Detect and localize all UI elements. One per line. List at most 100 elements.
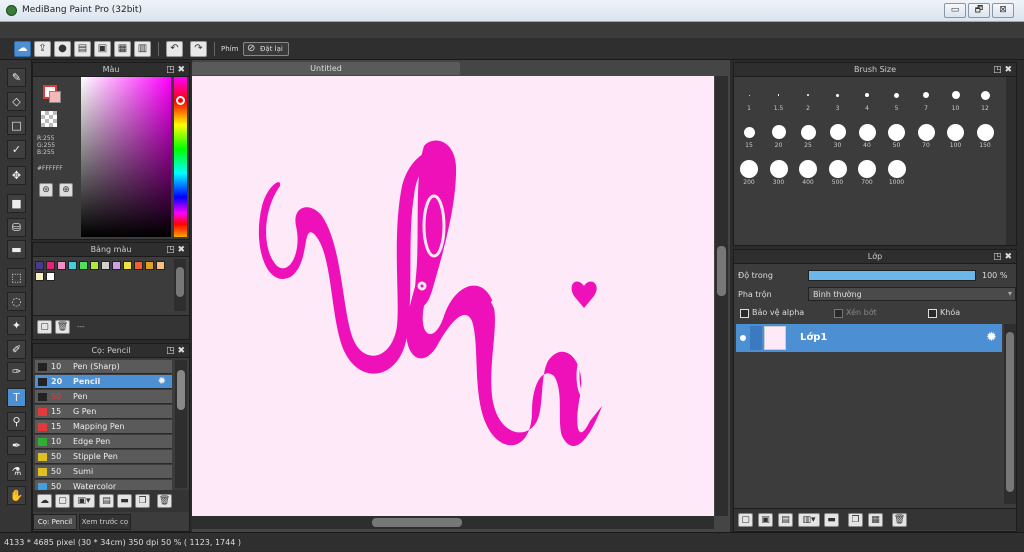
brush-item[interactable]: 10 Pen (Sharp) <box>35 360 172 374</box>
document-icon[interactable]: ▣ <box>94 41 111 57</box>
close-button[interactable]: ⊠ <box>992 3 1014 18</box>
select-tool-icon[interactable]: ⬚ <box>7 268 26 287</box>
opacity-slider[interactable] <box>808 270 976 281</box>
palette-swatch[interactable] <box>134 261 143 270</box>
palette-swatch[interactable] <box>90 261 99 270</box>
brush-size-dot[interactable] <box>976 123 994 141</box>
color-mix-icon[interactable]: ⊕ <box>59 183 73 197</box>
cloud-brush-icon[interactable]: ☁ <box>37 494 52 508</box>
redo-button[interactable]: ↷ <box>190 41 207 57</box>
reset-button[interactable]: ⊘ Đặt lại <box>243 42 289 56</box>
dot-tool-icon[interactable]: ✓ <box>7 140 26 159</box>
palette-swatch[interactable] <box>46 272 55 281</box>
brush-size-dot[interactable] <box>771 125 786 139</box>
move-tool-icon[interactable]: ✥ <box>7 166 26 185</box>
select-eraser-icon[interactable]: ✑ <box>7 362 26 381</box>
delete-brush-icon[interactable]: 🗑 <box>157 494 172 508</box>
brush-item[interactable]: 15 G Pen <box>35 405 172 419</box>
comment-icon[interactable]: ● <box>54 41 71 57</box>
brush-item[interactable]: 50 Pen <box>35 390 172 404</box>
duplicate-brush-icon[interactable]: ❐ <box>135 494 150 508</box>
eye-icon[interactable] <box>740 335 746 341</box>
delete-layer-icon[interactable]: 🗑 <box>892 513 907 527</box>
palette-swatch[interactable] <box>35 261 44 270</box>
canvas-hscrollbar[interactable] <box>192 516 714 529</box>
brush-settings-icon[interactable]: ▤ <box>99 494 114 508</box>
new-layer-icon[interactable]: ▢ <box>738 513 753 527</box>
brush-item[interactable]: 15 Mapping Pen <box>35 420 172 434</box>
clipping-checkbox[interactable] <box>834 309 843 318</box>
select-pen-icon[interactable]: ✐ <box>7 340 26 359</box>
duplicate-layer-icon[interactable]: ❐ <box>848 513 863 527</box>
color-wheel-icon[interactable]: ⊛ <box>39 183 53 197</box>
brush-size-dot[interactable] <box>836 93 839 97</box>
share-icon[interactable]: ⇪ <box>34 41 51 57</box>
brush-item[interactable]: 50 Stipple Pen <box>35 450 172 464</box>
merge-layer-icon[interactable]: ▦ <box>868 513 883 527</box>
lasso-tool-icon[interactable]: ◌ <box>7 292 26 311</box>
canvas-vscroll-thumb[interactable] <box>717 246 726 296</box>
undo-button[interactable]: ↶ <box>166 41 183 57</box>
brush-item[interactable]: 50 Watercolor <box>35 480 172 490</box>
bucket-tool-icon[interactable]: ⛁ <box>7 218 26 237</box>
panel-close-icon[interactable]: ◳ ✖ <box>166 243 185 257</box>
brush-folder-icon[interactable]: ▬ <box>117 494 132 508</box>
layer-row[interactable]: Lớp1 ✹ <box>736 324 1002 352</box>
brush-size-dot[interactable] <box>865 93 869 97</box>
palette-scroll-thumb[interactable] <box>176 267 184 297</box>
grid-icon[interactable]: ▦ <box>114 41 131 57</box>
layer-folder-icon[interactable]: ▬ <box>824 513 839 527</box>
brush-size-dot[interactable] <box>947 123 964 141</box>
lock-checkbox[interactable] <box>928 309 937 318</box>
delete-palette-icon[interactable]: 🗑 <box>55 320 70 334</box>
brush-size-dot[interactable] <box>769 160 788 178</box>
palette-swatch[interactable] <box>57 261 66 270</box>
protect-alpha-checkbox[interactable] <box>740 309 749 318</box>
blend-mode-select[interactable]: Bình thường ▾ <box>808 287 1016 301</box>
brush-scrollbar[interactable] <box>175 360 187 488</box>
tab-brush-preview[interactable]: Xem trước cọ <box>79 514 131 530</box>
brush-size-dot[interactable] <box>858 123 876 141</box>
brush-size-dot[interactable] <box>740 160 758 178</box>
palette-swatch[interactable] <box>145 261 154 270</box>
background-color[interactable] <box>49 91 61 103</box>
brush-size-dot[interactable] <box>748 94 750 96</box>
brush-size-dot[interactable] <box>800 124 816 140</box>
panel-close-icon[interactable]: ◳ ✖ <box>993 250 1012 264</box>
brush-size-scrollbar[interactable] <box>1006 77 1016 245</box>
brush-size-dot[interactable] <box>858 160 876 178</box>
brush-size-dot[interactable] <box>917 123 935 141</box>
layer-scroll-thumb[interactable] <box>1006 332 1014 492</box>
eraser-tool-icon[interactable]: ◇ <box>7 92 26 111</box>
palette-swatch[interactable] <box>112 261 121 270</box>
brush-size-dot[interactable] <box>980 90 990 100</box>
fill-rect-tool-icon[interactable]: ■ <box>7 194 26 213</box>
panel-close-icon[interactable]: ◳ ✖ <box>166 344 185 358</box>
canvas-vscrollbar[interactable] <box>715 76 728 516</box>
divide-tool-icon[interactable]: ✒ <box>7 436 26 455</box>
layer-scrollbar[interactable] <box>1004 324 1016 504</box>
hand-tool-icon[interactable]: ✋ <box>7 486 26 505</box>
add-brush-icon[interactable]: ▢ <box>55 494 70 508</box>
brush-size-dot[interactable] <box>923 92 929 98</box>
brush-scroll-thumb[interactable] <box>177 370 185 410</box>
shape-tool-icon[interactable]: □ <box>7 116 26 135</box>
brush-size-dot[interactable] <box>828 160 847 178</box>
panel-close-icon[interactable]: ◳ ✖ <box>166 63 185 77</box>
minimize-button[interactable]: ▭ <box>944 3 966 18</box>
gradient-tool-icon[interactable]: ▬ <box>7 240 26 259</box>
tab-brush[interactable]: Cọ: Pencil <box>33 514 77 530</box>
brush-size-dot[interactable] <box>888 123 905 141</box>
brush-menu-icon[interactable]: ▣▾ <box>73 494 95 508</box>
document-tab[interactable]: Untitled <box>192 62 460 75</box>
brush-size-dot[interactable] <box>894 92 899 98</box>
text-tool-icon[interactable]: T <box>7 388 26 407</box>
operation-tool-icon[interactable]: ⚲ <box>7 412 26 431</box>
brush-size-dot[interactable] <box>951 91 960 99</box>
palette-swatch[interactable] <box>79 261 88 270</box>
new-palette-icon[interactable]: ▢ <box>37 320 52 334</box>
restore-button[interactable]: 🗗 <box>968 3 990 18</box>
palette-scrollbar[interactable] <box>174 259 186 311</box>
palette-swatch[interactable] <box>35 272 44 281</box>
panel-close-icon[interactable]: ◳ ✖ <box>993 63 1012 77</box>
